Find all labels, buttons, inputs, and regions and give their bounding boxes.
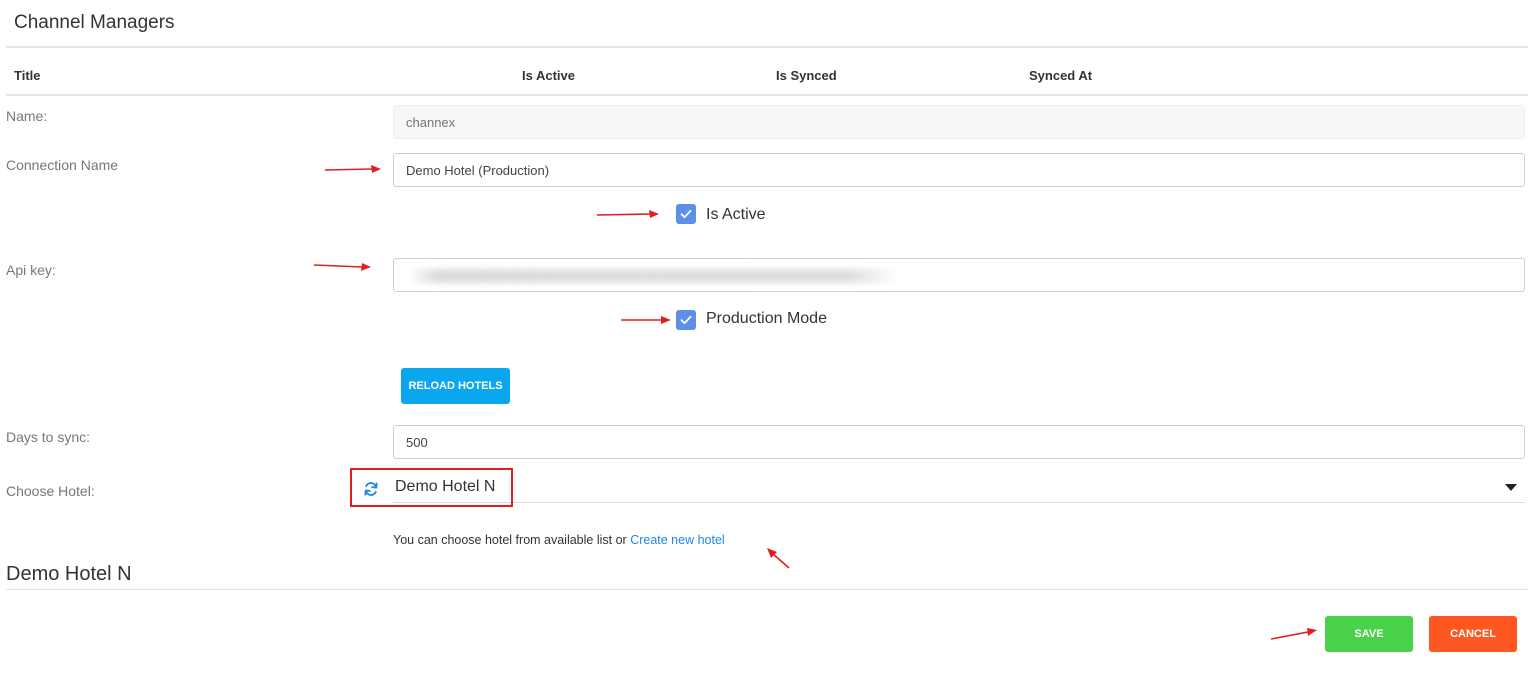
arrow-icon — [596, 210, 659, 218]
arrow-icon — [621, 316, 671, 324]
arrow-icon — [1270, 628, 1317, 640]
annotation-arrows — [313, 165, 1317, 640]
arrow-icon — [324, 165, 381, 173]
arrow-icon — [313, 263, 371, 271]
arrow-icon — [767, 548, 790, 569]
